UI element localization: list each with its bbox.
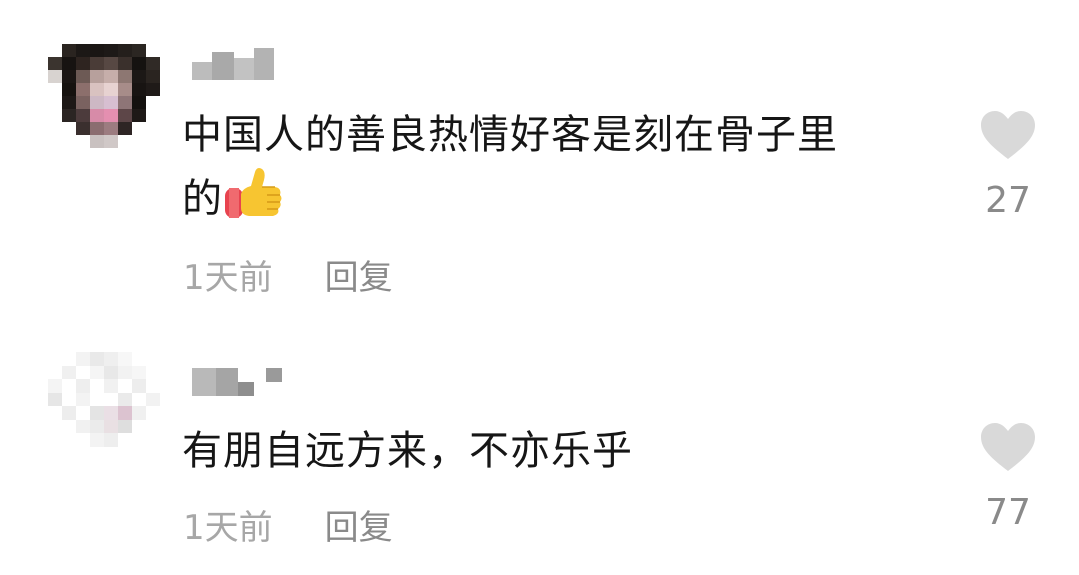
comment-item: 有朋自远方来，不亦乐乎 1天前 回复 77 bbox=[0, 0, 1079, 575]
like-button[interactable]: 77 bbox=[977, 422, 1039, 533]
comment-text: 有朋自远方来，不亦乐乎 bbox=[182, 420, 922, 482]
comment-text-line-1: 有朋自远方来，不亦乐乎 bbox=[182, 428, 633, 474]
comment-meta: 1天前 回复 bbox=[183, 500, 393, 549]
reply-button[interactable]: 回复 bbox=[325, 500, 393, 549]
username-blurred[interactable] bbox=[192, 368, 282, 396]
heart-icon bbox=[981, 423, 1035, 471]
like-count: 77 bbox=[985, 492, 1031, 533]
comment-time: 1天前 bbox=[183, 508, 273, 548]
avatar[interactable] bbox=[48, 352, 160, 460]
